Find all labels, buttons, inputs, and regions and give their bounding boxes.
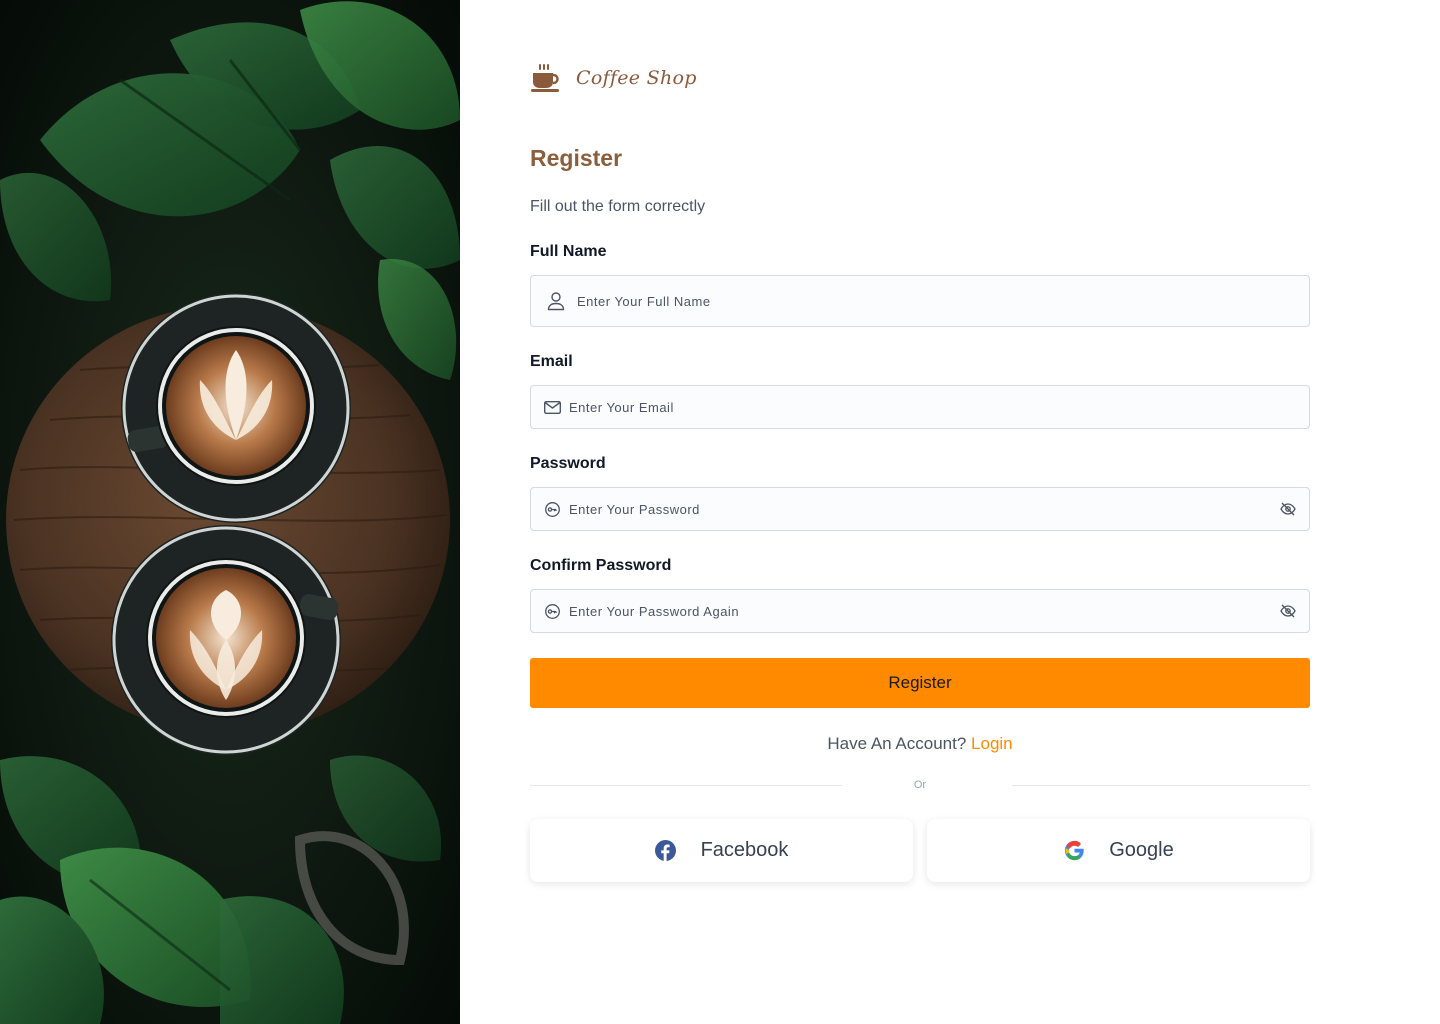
- google-icon: [1063, 840, 1085, 862]
- confirm-password-input[interactable]: [569, 590, 1279, 632]
- have-account-line: Have An Account? Login: [530, 734, 1310, 754]
- key-icon: [543, 602, 561, 620]
- full-name-input[interactable]: [577, 276, 1309, 326]
- page-subtitle: Fill out the form correctly: [530, 198, 706, 215]
- key-icon: [543, 500, 561, 518]
- email-input[interactable]: [569, 386, 1309, 428]
- brand-logo[interactable]: Coffee Shop: [530, 58, 697, 98]
- facebook-icon: [655, 840, 677, 862]
- mail-icon: [543, 398, 561, 416]
- register-button[interactable]: Register: [530, 658, 1310, 708]
- confirm-password-label: Confirm Password: [530, 557, 672, 574]
- user-icon: [547, 292, 565, 311]
- email-label: Email: [530, 353, 573, 370]
- confirm-password-field[interactable]: [530, 589, 1310, 633]
- email-field[interactable]: [530, 385, 1310, 429]
- facebook-login-button[interactable]: Facebook: [530, 819, 913, 882]
- full-name-field[interactable]: [530, 275, 1310, 327]
- full-name-label: Full Name: [530, 243, 607, 260]
- password-field[interactable]: [530, 487, 1310, 531]
- register-panel: Coffee Shop Register Fill out the form c…: [530, 0, 1310, 1024]
- password-label: Password: [530, 455, 606, 472]
- eye-off-icon[interactable]: [1279, 602, 1297, 620]
- login-link[interactable]: Login: [971, 734, 1013, 753]
- page-title: Register: [530, 145, 623, 171]
- google-login-button[interactable]: Google: [927, 819, 1310, 882]
- facebook-label: Facebook: [700, 839, 789, 861]
- hero-photo: [0, 0, 460, 1024]
- eye-off-icon[interactable]: [1279, 500, 1297, 518]
- have-account-text: Have An Account?: [827, 734, 967, 753]
- coffee-cup-icon: [530, 62, 562, 94]
- password-input[interactable]: [569, 488, 1279, 530]
- brand-name: Coffee Shop: [576, 67, 697, 89]
- divider-right: [1012, 785, 1310, 786]
- google-label: Google: [1109, 839, 1174, 861]
